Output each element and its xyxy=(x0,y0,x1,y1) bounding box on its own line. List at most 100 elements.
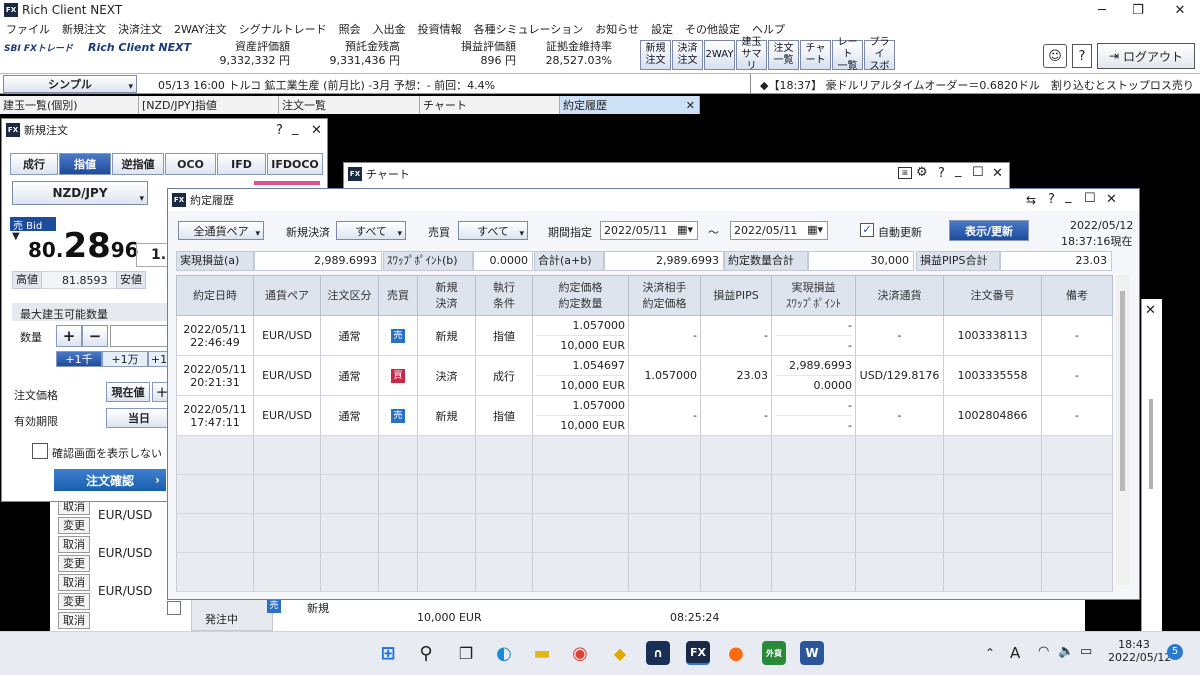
alert-ticker[interactable]: ◆【18:37】 豪ドルリアルタイムオーダー＝0.6820ドル 割り込むとストッ… xyxy=(760,77,1196,93)
date-from-input[interactable]: 2022/05/11 ▦▾ xyxy=(600,221,698,240)
search-icon[interactable]: ⚲ xyxy=(414,641,438,665)
minimize-icon[interactable]: _ xyxy=(292,121,299,136)
close-icon[interactable]: ✕ xyxy=(686,99,695,112)
close-icon[interactable]: ✕ xyxy=(1160,0,1200,20)
chevron-up-icon[interactable]: ⌃ xyxy=(985,646,995,660)
toolbar-button[interactable]: プライ スボ xyxy=(864,37,895,72)
maximize-icon[interactable]: ❐ xyxy=(1118,0,1158,20)
pair-select[interactable]: NZD/JPY xyxy=(12,181,148,205)
column-header[interactable]: 決済通貨 xyxy=(855,275,944,316)
scrollbar[interactable] xyxy=(1149,399,1153,489)
minimize-icon[interactable]: ─ xyxy=(1082,0,1122,20)
export-icon[interactable]: ⇆ xyxy=(1026,193,1036,207)
pair-filter-select[interactable]: 全通貨ペア xyxy=(178,221,264,240)
user-icon[interactable]: ☺ xyxy=(1043,44,1067,68)
security-app-icon[interactable]: ∩ xyxy=(646,641,670,665)
column-header[interactable]: 損益PIPS xyxy=(700,275,772,316)
add-10k-button[interactable]: +1万 xyxy=(102,351,148,367)
toolbar-button[interactable]: 注文 一覧 xyxy=(768,40,799,70)
help-icon[interactable]: ? xyxy=(1048,192,1055,207)
menu-item[interactable]: 各種シミュレーション xyxy=(468,21,590,37)
column-header[interactable]: 実現損益 ｽﾜｯﾌﾟﾎﾟｲﾝﾄ xyxy=(771,275,856,316)
menu-item[interactable]: 設定 xyxy=(645,21,679,37)
column-header[interactable]: 執行 条件 xyxy=(475,275,533,316)
menu-item[interactable]: 2WAY注文 xyxy=(168,21,233,37)
maximize-icon[interactable]: ☐ xyxy=(1084,191,1096,206)
row-checkbox[interactable] xyxy=(167,601,181,615)
maximize-icon[interactable]: ☐ xyxy=(972,165,984,180)
order-action-button[interactable]: 変更 xyxy=(58,517,90,534)
toolbar-button[interactable]: 2WAY xyxy=(704,40,735,70)
app-icon[interactable]: ◆ xyxy=(608,641,632,665)
tab-execution-history[interactable]: 約定履歴 ✕ xyxy=(560,96,700,114)
order-type-tab[interactable]: 成行 xyxy=(10,153,58,175)
edge-icon[interactable]: ◐ xyxy=(492,641,516,665)
current-price-button[interactable]: 現在値 xyxy=(106,382,150,402)
logout-button[interactable]: ⇥ ログアウト xyxy=(1097,43,1195,69)
add-1k-button[interactable]: +1千 xyxy=(56,351,102,367)
toolbar-button[interactable]: レート 一覧 xyxy=(832,37,863,72)
confirm-checkbox[interactable] xyxy=(32,443,48,459)
task-view-icon[interactable]: ❐ xyxy=(454,641,478,665)
gear-icon[interactable]: ⚙ xyxy=(916,165,928,180)
table-row[interactable]: 2022/05/11 20:21:31 EUR/USD 通常買決済 成行 1.054697… xyxy=(176,355,1113,396)
column-header[interactable]: 新規 決済 xyxy=(417,275,476,316)
tab-nzdjpy-limit[interactable]: [NZD/JPY]指値 xyxy=(139,96,279,114)
column-header[interactable]: 売買 xyxy=(378,275,418,316)
column-header[interactable]: 注文番号 xyxy=(943,275,1042,316)
tab-orders[interactable]: 注文一覧 xyxy=(279,96,420,114)
menu-item[interactable]: その他設定 xyxy=(679,21,746,37)
screenshot-icon[interactable]: ⊞ xyxy=(898,167,912,179)
order-type-tab[interactable]: IFD xyxy=(217,153,266,175)
help-icon[interactable]: ? xyxy=(938,166,945,181)
date-to-input[interactable]: 2022/05/11 ▦▾ xyxy=(730,221,828,240)
close-icon[interactable]: ✕ xyxy=(1106,192,1117,207)
notification-badge[interactable]: 5 xyxy=(1167,644,1183,660)
menu-item[interactable]: 決済注文 xyxy=(112,21,168,37)
qty-plus-button[interactable]: + xyxy=(56,325,82,347)
toolbar-button[interactable]: チャ ート xyxy=(800,40,831,70)
column-header[interactable]: 注文区分 xyxy=(320,275,379,316)
menu-item[interactable]: 新規注文 xyxy=(56,21,112,37)
tab-positions[interactable]: 建玉一覧(個別) xyxy=(0,96,139,114)
column-header[interactable]: 約定日時 xyxy=(176,275,254,316)
order-type-tab[interactable]: 逆指値 xyxy=(112,153,164,175)
qty-minus-button[interactable]: − xyxy=(82,325,108,347)
menu-item[interactable]: ヘルプ xyxy=(746,21,791,37)
minimize-icon[interactable]: _ xyxy=(1065,189,1072,204)
order-type-tab[interactable]: OCO xyxy=(165,153,216,175)
order-action-button[interactable]: 変更 xyxy=(58,555,90,572)
firefox-icon[interactable]: ● xyxy=(724,641,748,665)
minimize-icon[interactable]: _ xyxy=(955,163,962,178)
help-icon[interactable]: ? xyxy=(276,123,283,138)
toolbar-button[interactable]: 建玉 サマリ xyxy=(736,37,767,72)
column-header[interactable]: 備考 xyxy=(1041,275,1113,316)
ime-indicator[interactable]: A xyxy=(1010,644,1020,662)
column-header[interactable]: 決済相手 約定価格 xyxy=(628,275,701,316)
column-header[interactable]: 約定価格 約定数量 xyxy=(532,275,629,316)
order-action-button[interactable]: 変更 xyxy=(58,593,90,610)
close-icon[interactable]: ✕ xyxy=(992,166,1003,181)
menu-item[interactable]: 投資情報 xyxy=(412,21,468,37)
toolbar-button[interactable]: 新規 注文 xyxy=(640,40,671,70)
order-action-button[interactable]: 取消 xyxy=(58,612,90,629)
order-type-tab[interactable]: IFDOCO xyxy=(267,153,323,175)
order-type-tab[interactable]: 指値 xyxy=(59,153,111,175)
tab-chart[interactable]: チャート xyxy=(420,96,560,114)
fx-taskbar-icon[interactable]: FX xyxy=(686,641,710,665)
fx-app2-icon[interactable]: 外貨 xyxy=(762,641,786,665)
windows-start-icon[interactable]: ⊞ xyxy=(376,641,400,665)
menu-item[interactable]: お知らせ xyxy=(589,21,645,37)
bid-rate[interactable]: 80.2896 xyxy=(28,229,139,263)
help-button[interactable]: ? xyxy=(1072,44,1092,68)
scrollbar-thumb[interactable] xyxy=(1120,291,1125,491)
folder-icon[interactable]: ▬ xyxy=(530,641,554,665)
chrome-icon[interactable]: ◉ xyxy=(568,641,592,665)
battery-icon[interactable]: ▭ xyxy=(1080,644,1092,659)
table-row[interactable]: 2022/05/11 17:47:11 EUR/USD 通常売新規 指値 1.057000… xyxy=(176,395,1113,436)
news-ticker[interactable]: 05/13 16:00 トルコ 鉱工業生産 (前月比) -3月 予想：- 前回：… xyxy=(158,77,495,93)
wifi-icon[interactable]: ◠ xyxy=(1038,644,1049,659)
refresh-button[interactable]: 表示/更新 xyxy=(949,220,1029,241)
close-icon[interactable]: ✕ xyxy=(1145,303,1156,318)
mode-select[interactable]: シンプル xyxy=(3,75,137,93)
